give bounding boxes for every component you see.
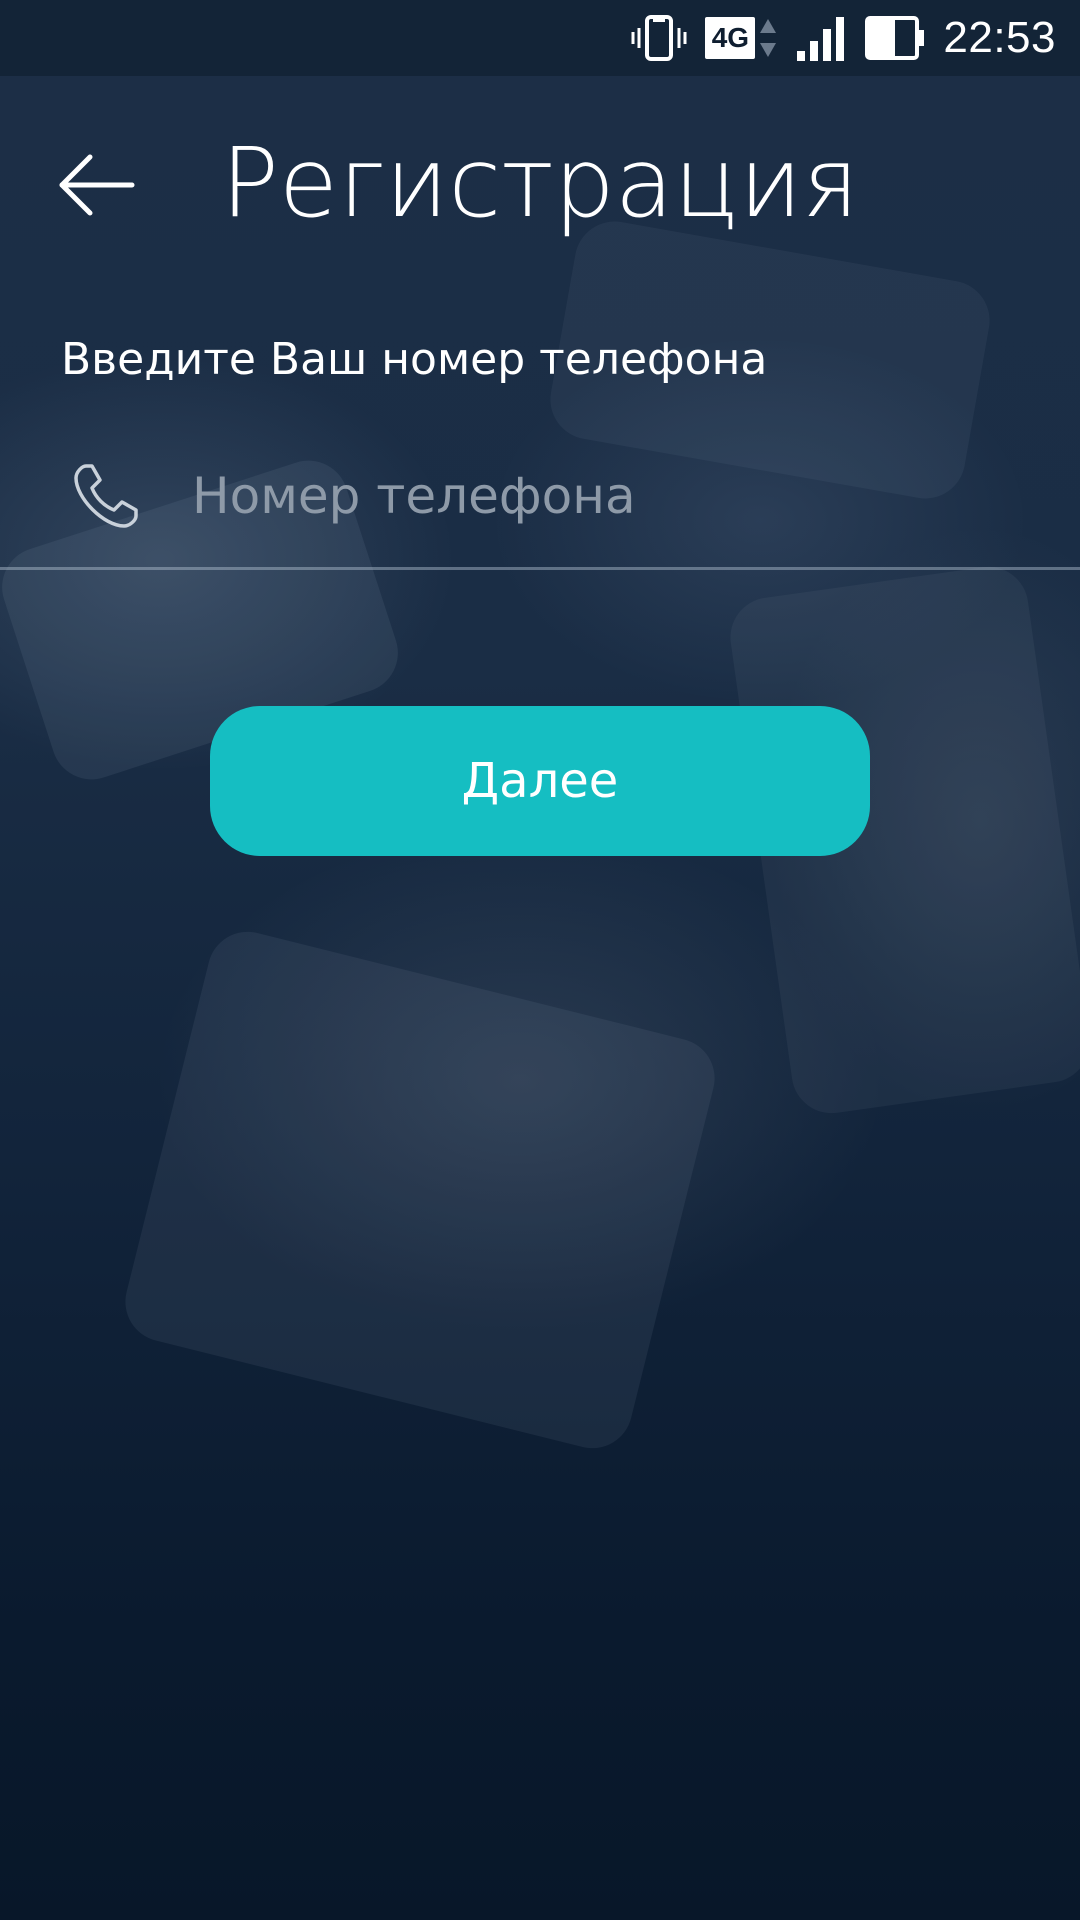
phone-field[interactable] <box>0 440 1080 570</box>
network-4g-label: 4G <box>705 17 756 59</box>
phone-input[interactable] <box>192 456 1052 536</box>
status-time: 22:53 <box>943 13 1056 62</box>
status-bar: 4G 22:53 <box>0 0 1080 76</box>
next-button[interactable]: Далее <box>210 706 870 856</box>
page-title: Регистрация <box>221 127 859 239</box>
background-photo <box>0 0 1080 1920</box>
battery-icon <box>865 16 925 60</box>
signal-icon <box>795 15 847 61</box>
network-4g-icon: 4G <box>705 17 777 59</box>
phone-icon <box>72 462 140 530</box>
vibrate-icon <box>631 14 687 62</box>
phone-prompt: Введите Ваш номер телефона <box>61 334 768 385</box>
field-divider <box>0 567 1080 570</box>
